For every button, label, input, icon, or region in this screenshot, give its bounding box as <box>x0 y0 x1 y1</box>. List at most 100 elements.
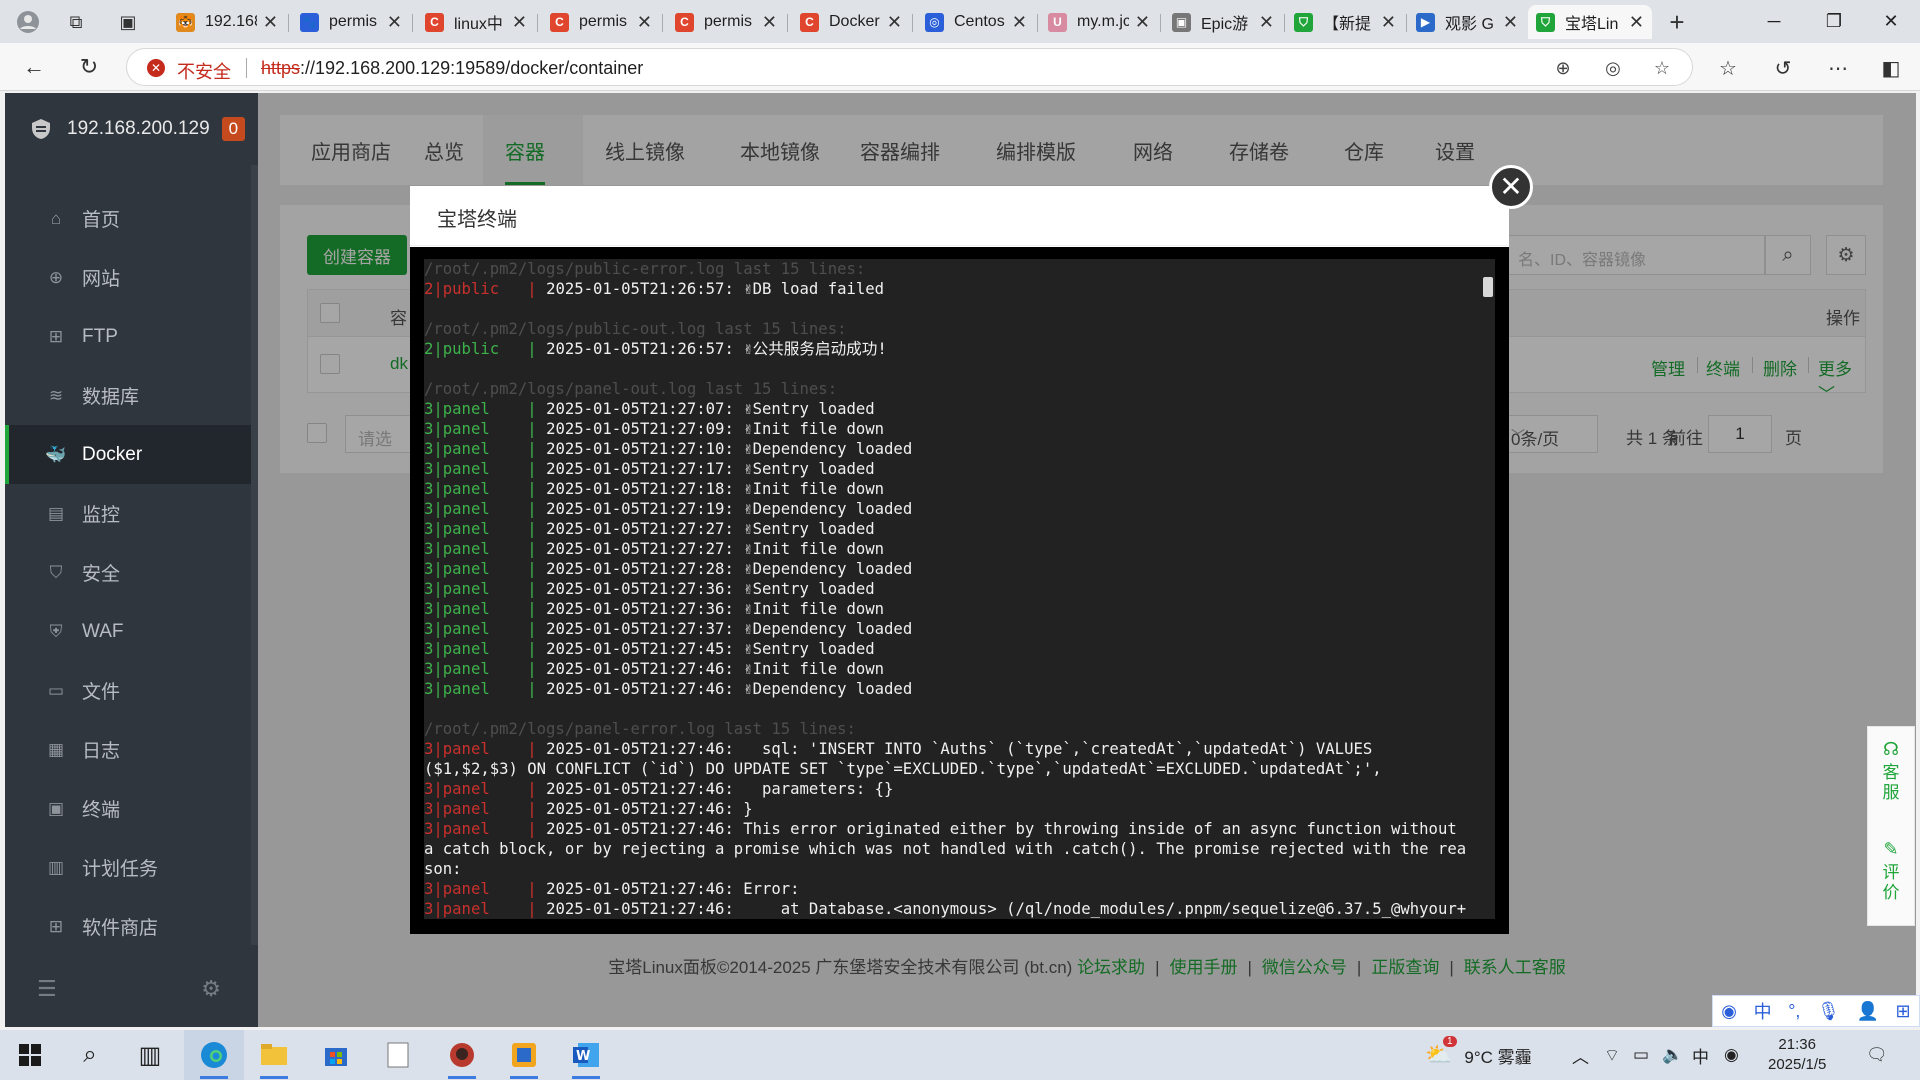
remote-app-icon[interactable] <box>494 1030 554 1080</box>
notification-badge[interactable]: 0 <box>221 117 246 141</box>
browser-tab[interactable]: 🐾 permis ✕ <box>292 5 410 39</box>
sidebar-item-globe[interactable]: ⊕ 网站 <box>5 248 251 307</box>
security-label[interactable]: 不安全 <box>177 58 231 84</box>
browser-tab[interactable]: ⛉ 宝塔Lin ✕ <box>1528 5 1652 39</box>
minimize-button[interactable]: ─ <box>1745 0 1803 42</box>
sidebar-item-calendar[interactable]: ▥ 计划任务 <box>5 838 251 897</box>
search-icon[interactable]: ⌕ <box>60 1030 120 1080</box>
clock[interactable]: 21:36 2025/1/5 <box>1768 1030 1826 1080</box>
tab-close-icon[interactable]: ✕ <box>887 12 902 33</box>
tray-overflow-icon[interactable]: ︿ <box>1572 1030 1589 1080</box>
tab-close-icon[interactable]: ✕ <box>637 12 652 33</box>
favorite-star-icon[interactable]: ☆ <box>1649 55 1675 81</box>
task-view-icon[interactable]: ▥ <box>120 1030 180 1080</box>
game-app-icon[interactable] <box>432 1030 492 1080</box>
tab-close-icon[interactable]: ✕ <box>263 12 278 33</box>
tab-close-icon[interactable]: ✕ <box>387 12 402 33</box>
url-text[interactable]: https://192.168.200.129:19589/docker/con… <box>261 58 643 79</box>
word-icon[interactable]: W <box>556 1030 616 1080</box>
tab-close-icon[interactable]: ✕ <box>1012 12 1027 33</box>
tab-close-icon[interactable]: ✕ <box>1629 12 1644 33</box>
zoom-icon[interactable]: ⊕ <box>1550 55 1576 81</box>
notification-center-icon[interactable]: 🗨 <box>1866 1030 1888 1080</box>
back-button[interactable]: ← <box>17 51 51 83</box>
favorites-icon[interactable]: ☆ <box>1713 53 1743 83</box>
vertical-tabs-icon[interactable]: ▣ <box>114 8 142 36</box>
tab-close-icon[interactable]: ✕ <box>1259 12 1274 33</box>
tab-favicon-icon: ▶ <box>1416 12 1435 32</box>
browser-tab[interactable]: 🐯 192.168 ✕ <box>168 5 286 39</box>
read-aloud-icon[interactable]: ◎ <box>1600 55 1626 81</box>
microphone-icon[interactable]: 🎙 <box>1817 1001 1840 1022</box>
sidebar-item-terminal[interactable]: ▣ 终端 <box>5 779 251 838</box>
sidebar-item-folder[interactable]: ▭ 文件 <box>5 661 251 720</box>
grid-icon[interactable]: ⊞ <box>1896 1001 1911 1022</box>
weather-badge: 1 <box>1443 1036 1457 1047</box>
close-icon[interactable]: ✕ <box>1489 165 1533 209</box>
process-prefix: 3|panel <box>424 420 500 438</box>
user-icon[interactable]: 👤 <box>1857 1001 1879 1022</box>
new-tab-button[interactable]: + <box>1663 7 1691 37</box>
browser-tab[interactable]: Cpermis ✕ <box>667 5 785 39</box>
tab-close-icon[interactable]: ✕ <box>1135 12 1150 33</box>
tab-close-icon[interactable]: ✕ <box>512 12 527 33</box>
sidebar-item-home[interactable]: ⌂ 首页 <box>5 189 251 248</box>
url-field[interactable]: ✕ 不安全 https://192.168.200.129:19589/dock… <box>126 48 1693 86</box>
browser-tab[interactable]: Cpermis ✕ <box>542 5 660 39</box>
sidebar-item-shield[interactable]: ⛉ 安全 <box>5 543 251 602</box>
edge-browser-icon[interactable] <box>184 1030 244 1080</box>
terminal-output[interactable]: /root/.pm2/logs/public-error.log last 15… <box>424 259 1495 919</box>
notepad-icon[interactable] <box>368 1030 428 1080</box>
start-windows-icon[interactable] <box>0 1030 60 1080</box>
store-icon[interactable] <box>306 1030 366 1080</box>
sidebar-scrollbar[interactable] <box>251 165 258 945</box>
sidebar-item-apps[interactable]: ⊞ 软件商店 <box>5 897 251 956</box>
customer-service-button[interactable]: ☊ 客服 <box>1868 739 1914 803</box>
tab-favicon-icon: 🐯 <box>176 12 195 32</box>
more-menu-icon[interactable]: ⋯ <box>1823 53 1853 83</box>
refresh-button[interactable]: ↻ <box>72 51 106 83</box>
file-explorer-icon[interactable] <box>244 1030 304 1080</box>
history-icon[interactable]: ↺ <box>1768 53 1798 83</box>
browser-tab[interactable]: Clinux中 ✕ <box>417 5 535 39</box>
network-icon[interactable]: ⌔ <box>1604 1030 1620 1080</box>
tab-close-icon[interactable]: ✕ <box>1381 12 1396 33</box>
browser-tab[interactable]: ⛉ 【新提 ✕ <box>1286 5 1404 39</box>
sidebar-item-monitor[interactable]: ▤ 监控 <box>5 484 251 543</box>
punctuation-icon[interactable]: °, <box>1788 1001 1800 1022</box>
log-timestamp: 2025-01-05T21:27:46: <box>546 680 734 698</box>
sidebar-item-ftp[interactable]: ⊞ FTP <box>5 307 251 366</box>
collections-icon[interactable]: ⧉ <box>62 8 90 36</box>
browser-tab[interactable]: Umy.m.jc ✕ <box>1040 5 1158 39</box>
maximize-button[interactable]: ❐ <box>1805 0 1863 42</box>
sidebar-item-log[interactable]: ▦ 日志 <box>5 720 251 779</box>
browser-tab[interactable]: ▣ Epic游 ✕ <box>1164 5 1282 39</box>
battery-icon[interactable]: ▭ <box>1633 1030 1649 1080</box>
sidebar-item-label: 计划任务 <box>82 859 159 880</box>
sidebar-item-docker[interactable]: 🐳 Docker <box>5 425 251 484</box>
terminal-line: 3|panel | 2025-01-05T21:27:09: ✌Init fil… <box>424 419 1470 439</box>
sidebar-item-database[interactable]: ≋ 数据库 <box>5 366 251 425</box>
tab-title: Centos <box>954 13 1005 30</box>
tab-close-icon[interactable]: ✕ <box>1503 12 1518 33</box>
profile-avatar-icon[interactable] <box>14 8 42 36</box>
weather-widget[interactable]: ⛅ 1 9°C 雾霾 <box>1425 1030 1532 1080</box>
close-window-button[interactable]: ✕ <box>1862 0 1920 42</box>
process-prefix: 3|panel <box>424 600 500 618</box>
terminal-scrollbar[interactable] <box>1483 277 1493 297</box>
ime-tray-icon[interactable]: ◉ <box>1724 1030 1739 1080</box>
sidebar-toggle-icon[interactable]: ◧ <box>1876 53 1906 83</box>
ime-lang[interactable]: 中 <box>1754 998 1772 1024</box>
browser-tab[interactable]: ◎ Centos ✕ <box>917 5 1035 39</box>
ime-logo-icon[interactable]: ◉ <box>1721 1001 1737 1022</box>
browser-tab[interactable]: ▶ 观影 G ✕ <box>1408 5 1526 39</box>
collapse-menu-icon[interactable]: ☰ <box>37 976 57 1002</box>
browser-tab[interactable]: C Docker ✕ <box>792 5 910 39</box>
tab-close-icon[interactable]: ✕ <box>762 12 777 33</box>
volume-icon[interactable]: 🔈 <box>1662 1030 1683 1080</box>
review-button[interactable]: ✎ 评价 <box>1868 839 1914 903</box>
settings-gear-icon[interactable]: ⚙ <box>201 976 221 1002</box>
sidebar-item-waf[interactable]: ⛨ WAF <box>5 602 251 661</box>
input-lang[interactable]: 中 <box>1692 1030 1709 1080</box>
